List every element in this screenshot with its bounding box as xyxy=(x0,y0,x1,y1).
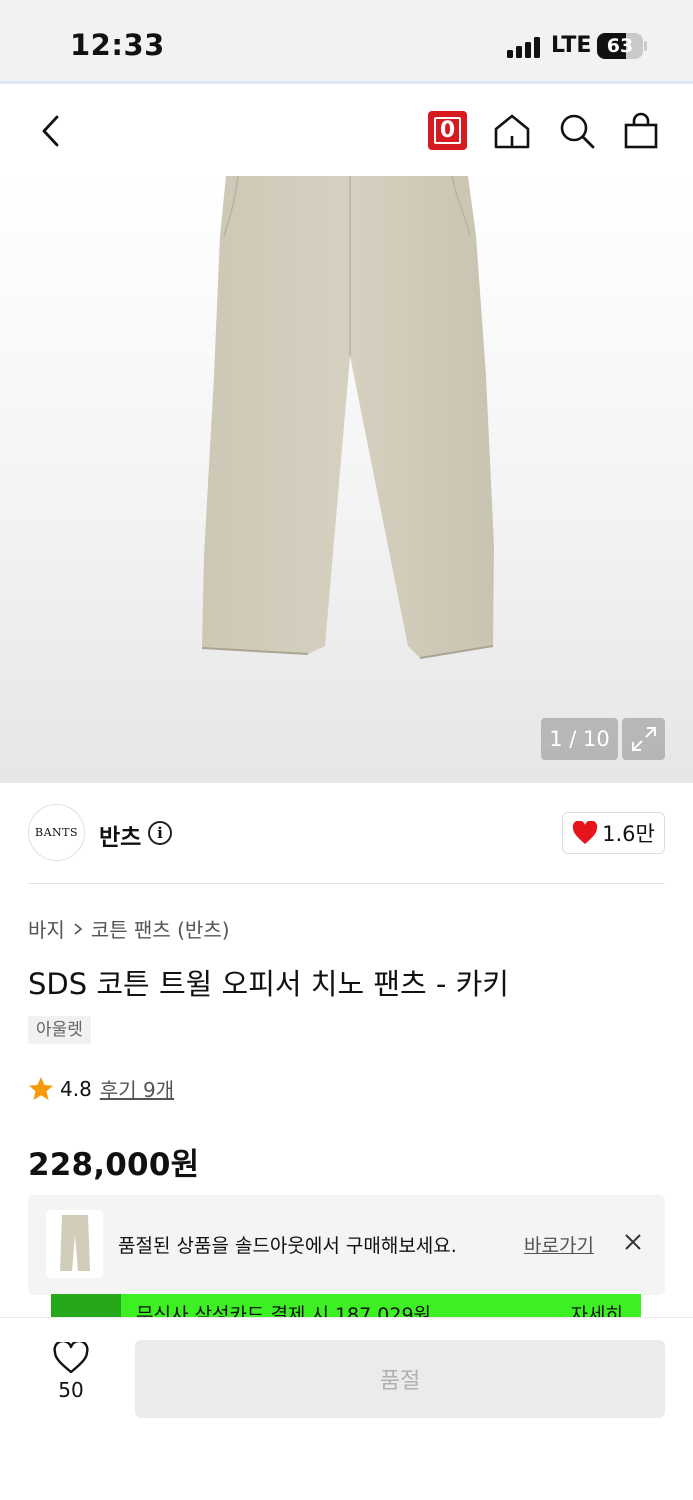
soldout-notice-link[interactable]: 바로가기 xyxy=(524,1231,594,1258)
breadcrumb-category[interactable]: 바지 xyxy=(28,914,65,943)
heart-outline-icon xyxy=(53,1342,89,1374)
home-icon xyxy=(494,114,530,149)
star-icon xyxy=(29,1077,53,1100)
close-icon[interactable] xyxy=(624,1233,642,1251)
rating-row: 4.8 후기 9개 xyxy=(28,1074,174,1103)
status-bar: 12:33 LTE 63 xyxy=(0,0,693,84)
bottom-action-bar: 50 품절 xyxy=(0,1318,693,1500)
search-button[interactable] xyxy=(555,109,599,153)
recent-count: 0 xyxy=(434,117,461,144)
status-time: 12:33 xyxy=(70,28,165,62)
outlet-tag: 아울렛 xyxy=(28,1016,91,1044)
soldout-notice-card: 품절된 상품을 솔드아웃에서 구매해보세요. 바로가기 xyxy=(28,1195,665,1295)
cart-button[interactable] xyxy=(619,109,663,153)
signal-icon xyxy=(507,36,543,58)
breadcrumb: 바지 코튼 팬츠 (반츠) xyxy=(28,914,230,943)
image-counter: 1 / 10 xyxy=(541,718,618,760)
recent-items-button[interactable]: 0 xyxy=(428,111,467,150)
heart-filled-icon xyxy=(572,821,598,844)
chevron-right-icon xyxy=(74,922,83,935)
wishlist-button[interactable]: 50 xyxy=(44,1342,98,1412)
product-photo xyxy=(201,176,494,659)
rating-score: 4.8 xyxy=(60,1076,92,1101)
breadcrumb-subcategory[interactable]: 코튼 팬츠 (반츠) xyxy=(91,914,230,943)
back-button[interactable] xyxy=(30,109,70,153)
product-price: 228,000원 xyxy=(28,1147,200,1183)
brand-row: BANTS 반츠 i 1.6만 xyxy=(28,804,665,884)
top-nav: 0 xyxy=(0,87,693,176)
search-icon xyxy=(560,114,595,149)
review-link[interactable]: 후기 9개 xyxy=(100,1074,174,1103)
brand-logo-text: BANTS xyxy=(34,826,79,839)
sold-out-button[interactable]: 품절 xyxy=(135,1340,665,1418)
expand-icon xyxy=(631,727,656,751)
brand-logo[interactable]: BANTS xyxy=(28,804,85,861)
battery-level: 63 xyxy=(606,35,634,57)
fullscreen-button[interactable] xyxy=(622,718,665,760)
brand-like-count: 1.6만 xyxy=(602,822,655,846)
home-button[interactable] xyxy=(490,109,534,153)
promo-thumbnail xyxy=(46,1210,103,1278)
card-promo-more[interactable]: 자세히 xyxy=(571,1300,623,1320)
wishlist-count: 50 xyxy=(58,1378,84,1402)
card-promo-text: 무신사 삼성카드 결제 시 187,029원 xyxy=(136,1304,432,1320)
shopping-bag-icon xyxy=(624,112,658,149)
soldout-notice-text: 품절된 상품을 솔드아웃에서 구매해보세요. xyxy=(118,1235,457,1257)
brand-like-button[interactable]: 1.6만 xyxy=(562,812,665,854)
back-icon xyxy=(42,115,59,147)
info-icon[interactable]: i xyxy=(148,821,172,845)
pants-thumbnail xyxy=(59,1215,90,1271)
card-promo-banner[interactable]: 무신사 삼성카드 결제 시 187,029원 자세히 xyxy=(51,1294,641,1320)
network-type: LTE xyxy=(551,33,592,58)
card-promo-image xyxy=(51,1294,121,1320)
product-image-gallery[interactable]: 1 / 10 xyxy=(0,176,693,783)
brand-name[interactable]: 반츠 xyxy=(99,818,141,852)
battery-cap xyxy=(644,41,647,51)
battery-icon: 63 xyxy=(597,33,643,59)
product-title: SDS 코튼 트윌 오피서 치노 팬츠 - 카키 xyxy=(28,967,509,1001)
